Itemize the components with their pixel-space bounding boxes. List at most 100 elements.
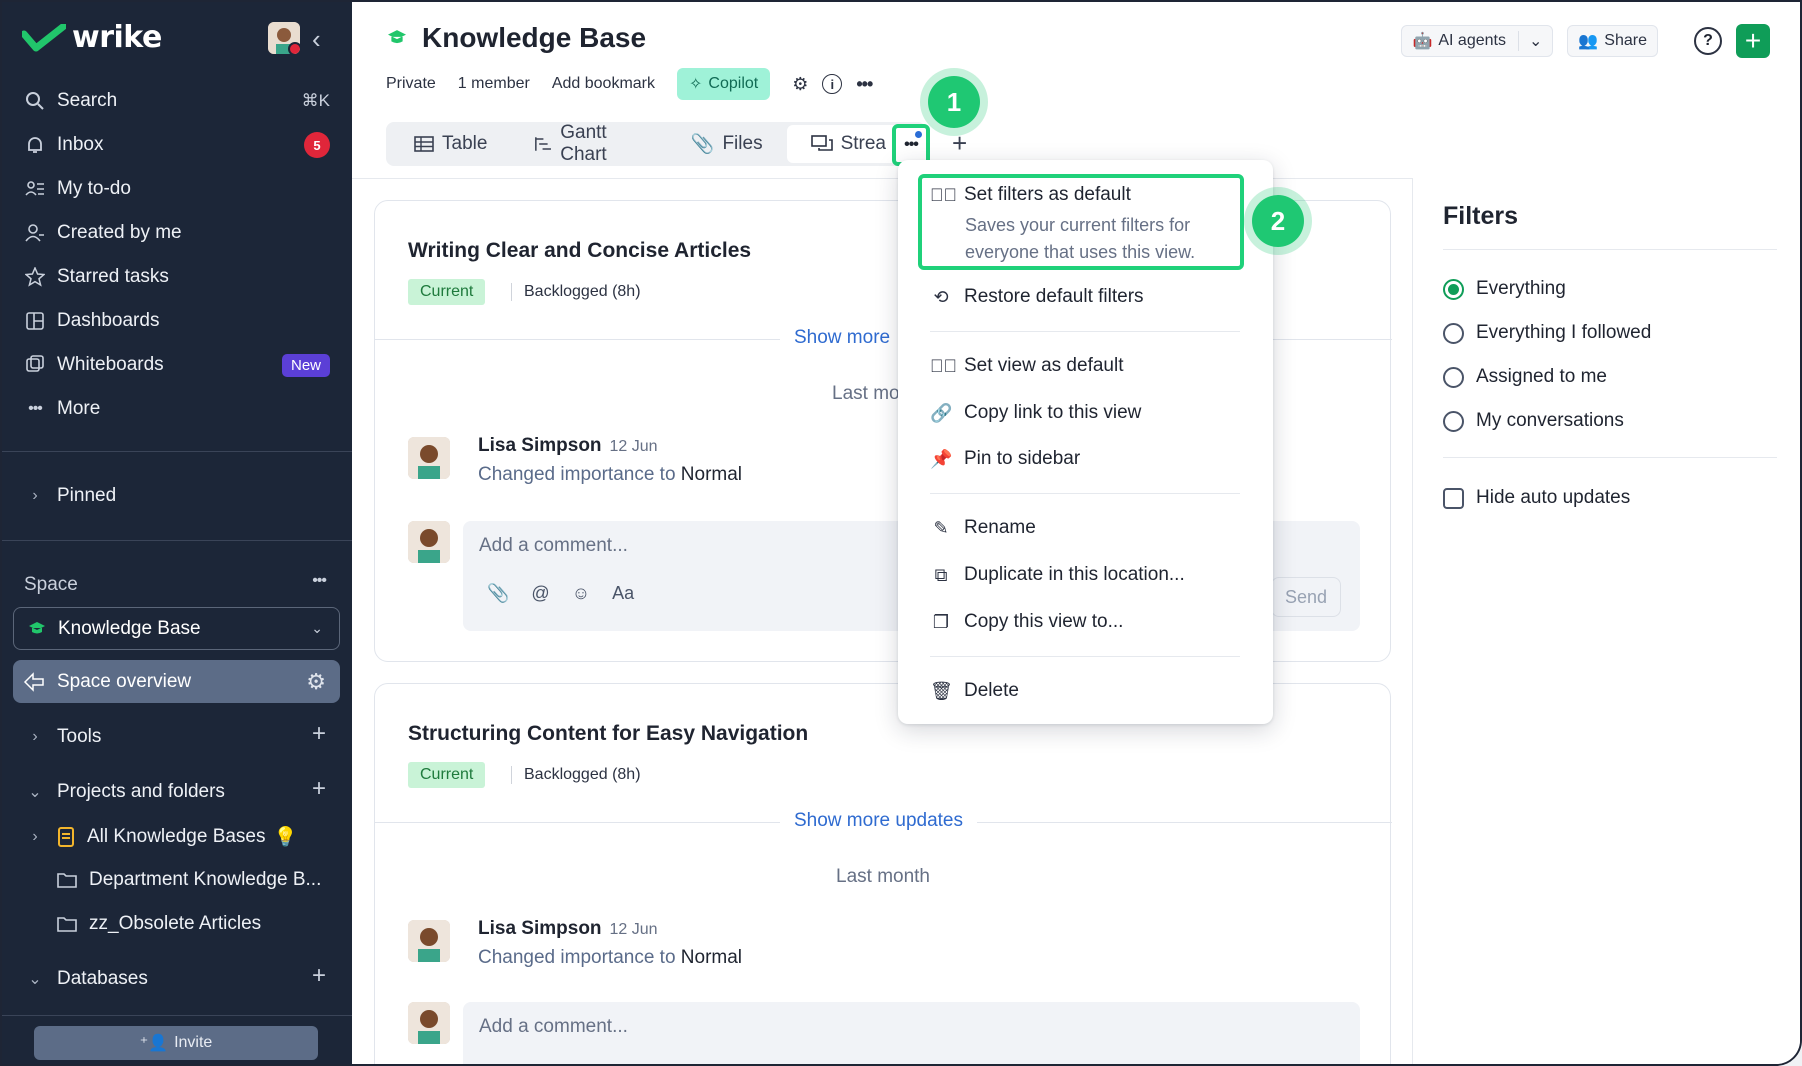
add-new-button[interactable]: +: [1736, 24, 1770, 58]
add-bookmark-link[interactable]: Add bookmark: [552, 75, 655, 93]
more-icon: •••: [904, 136, 919, 153]
show-more-link[interactable]: Show more: [780, 327, 905, 349]
radio-icon: [1443, 410, 1464, 432]
menu-restore-filters[interactable]: ⟲ Restore default filters: [930, 286, 1143, 308]
change-value: Normal: [680, 464, 743, 485]
menu-duplicate[interactable]: ⧉ Duplicate in this location...: [930, 564, 1185, 586]
add-tool-icon[interactable]: +: [312, 720, 326, 748]
emoji-icon[interactable]: ☺: [572, 583, 590, 604]
mention-icon[interactable]: @: [531, 583, 549, 604]
privacy-label[interactable]: Private: [386, 75, 436, 93]
comment-box[interactable]: Add a comment...: [463, 1002, 1360, 1064]
nav-starred[interactable]: Starred tasks: [2, 255, 352, 299]
hide-auto-updates-checkbox[interactable]: Hide auto updates: [1443, 487, 1630, 509]
header-actions: 🤖 AI agents ⌄ 👥 Share ? +: [1401, 24, 1770, 58]
space-more-icon[interactable]: •••: [312, 572, 327, 590]
help-icon[interactable]: ?: [1694, 27, 1722, 55]
menu-rename[interactable]: ✎ Rename: [930, 517, 1035, 539]
menu-pin-sidebar[interactable]: 📌 Pin to sidebar: [930, 448, 1080, 470]
projects-section[interactable]: ⌄ Projects and folders: [24, 781, 225, 803]
space-overview-item[interactable]: Space overview ⚙: [13, 660, 340, 703]
nav-label: Starred tasks: [57, 266, 169, 287]
attach-icon[interactable]: 📎: [487, 583, 509, 604]
filter-option-everything[interactable]: Everything: [1443, 278, 1566, 300]
comment-placeholder: Add a comment...: [479, 1016, 628, 1037]
nav-inbox[interactable]: Inbox 5: [2, 123, 352, 167]
add-project-icon[interactable]: +: [312, 775, 326, 803]
user-photo-icon: [408, 1002, 450, 1044]
space-selector[interactable]: Knowledge Base ⌄: [13, 607, 340, 650]
pinned-section[interactable]: › Pinned: [24, 485, 116, 507]
settings-gear-icon[interactable]: ⚙: [792, 74, 808, 95]
todo-icon: [24, 178, 46, 200]
tab-table[interactable]: Table: [390, 125, 511, 163]
folder-all-knowledge-bases[interactable]: › All Knowledge Bases 💡: [24, 825, 297, 849]
collapse-sidebar-icon[interactable]: ‹: [312, 24, 321, 55]
nav-search[interactable]: Search ⌘K: [2, 79, 352, 123]
title-text[interactable]: Knowledge Base: [422, 22, 646, 54]
space-overview-label: Space overview: [57, 670, 192, 692]
filter-option-followed[interactable]: Everything I followed: [1443, 322, 1651, 344]
nav-dashboards[interactable]: Dashboards: [2, 299, 352, 343]
databases-section[interactable]: ⌄ Databases: [24, 968, 148, 990]
menu-label: Set view as default: [964, 355, 1124, 376]
gear-icon[interactable]: ⚙: [306, 669, 326, 695]
nav-my-todo[interactable]: My to-do: [2, 167, 352, 211]
radio-icon: [1443, 366, 1464, 388]
user-avatar[interactable]: [268, 22, 300, 54]
avatar: [408, 437, 450, 479]
update-date: 12 Jun: [609, 921, 658, 938]
invite-button[interactable]: ⁺👤 Invite: [34, 1026, 318, 1060]
nav-more[interactable]: ••• More: [2, 387, 352, 431]
menu-divider: [930, 493, 1240, 494]
table-icon: [414, 136, 434, 152]
members-label[interactable]: 1 member: [458, 75, 530, 93]
nav-whiteboards[interactable]: Whiteboards New: [2, 343, 352, 387]
step-marker-1: 1: [928, 76, 980, 128]
menu-divider: [930, 656, 1240, 657]
wrike-logo[interactable]: wrike: [22, 20, 162, 55]
menu-set-view-default[interactable]: ✓⃝ Set view as default: [930, 355, 1123, 377]
dashboard-icon: [24, 310, 46, 332]
nav-label: Inbox: [57, 134, 104, 155]
tab-gantt-chart[interactable]: Gantt Chart: [511, 122, 666, 165]
nav-created-by-me[interactable]: Created by me: [2, 211, 352, 255]
more-options-icon[interactable]: •••: [856, 74, 873, 95]
format-text-icon[interactable]: Aa: [612, 583, 634, 604]
notification-dot: [915, 131, 922, 138]
add-database-icon[interactable]: +: [312, 962, 326, 990]
change-text: Changed importance to Normal: [478, 947, 742, 969]
page-title: Knowledge Base: [386, 22, 646, 54]
folder-department-knowledge[interactable]: Department Knowledge B...: [57, 869, 321, 891]
share-button[interactable]: 👥 Share: [1567, 25, 1658, 57]
databases-label: Databases: [57, 968, 148, 989]
step-marker-2: 2: [1252, 195, 1304, 247]
filter-option-assigned[interactable]: Assigned to me: [1443, 366, 1607, 388]
tab-files[interactable]: 📎 Files: [667, 125, 787, 163]
trash-icon: 🗑: [930, 680, 953, 701]
author-name[interactable]: Lisa Simpson: [478, 918, 602, 939]
tools-section[interactable]: › Tools: [24, 726, 101, 748]
filter-option-conversations[interactable]: My conversations: [1443, 410, 1624, 432]
task-title[interactable]: Writing Clear and Concise Articles: [408, 239, 751, 263]
author-name[interactable]: Lisa Simpson: [478, 435, 602, 456]
show-more-updates-link[interactable]: Show more updates: [780, 810, 977, 832]
task-card: Structuring Content for Easy Navigation …: [374, 683, 1392, 1064]
task-title[interactable]: Structuring Content for Easy Navigation: [408, 722, 808, 746]
chevron-down-icon[interactable]: ⌄: [1517, 31, 1542, 51]
add-view-icon[interactable]: +: [952, 128, 967, 159]
bell-icon: [24, 134, 46, 156]
send-button[interactable]: Send: [1271, 577, 1341, 617]
user-photo-icon: [408, 437, 450, 479]
gantt-icon: [535, 137, 552, 151]
status-badge[interactable]: Current: [408, 762, 486, 788]
info-icon[interactable]: i: [822, 74, 843, 94]
folder-obsolete-articles[interactable]: zz_Obsolete Articles: [57, 913, 261, 935]
menu-delete[interactable]: 🗑 Delete: [930, 680, 1019, 702]
tab-label: Files: [722, 133, 763, 154]
copilot-button[interactable]: ✧ Copilot: [677, 68, 771, 100]
menu-copy-view[interactable]: ❐ Copy this view to...: [930, 611, 1124, 633]
menu-copy-link[interactable]: 🔗 Copy link to this view: [930, 402, 1141, 424]
ai-agents-button[interactable]: 🤖 AI agents ⌄: [1401, 25, 1554, 57]
status-badge[interactable]: Current: [408, 279, 486, 305]
